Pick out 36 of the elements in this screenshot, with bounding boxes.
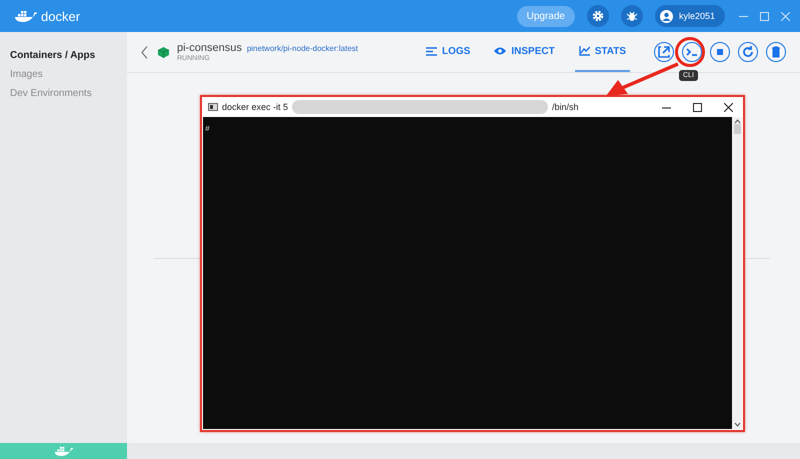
upgrade-button[interactable]: Upgrade [516, 6, 575, 26]
scrollbar[interactable] [732, 117, 742, 429]
maximize-icon[interactable] [693, 102, 702, 112]
open-button[interactable] [654, 42, 674, 62]
settings-icon[interactable] [586, 5, 609, 27]
stop-button[interactable] [710, 42, 730, 62]
scrollbar-thumb[interactable] [734, 124, 740, 134]
image-link[interactable]: pinetwork/pi-node-docker:latest [246, 44, 358, 53]
tab[interactable]: LOGS [422, 32, 474, 72]
chart-icon [578, 46, 590, 56]
cube-icon [158, 46, 169, 58]
bug-icon[interactable] [620, 5, 643, 27]
scroll-up-icon[interactable] [734, 119, 740, 124]
whale-logo-icon [14, 9, 38, 23]
console-icon [208, 103, 218, 111]
terminal-title: /bin/sh [552, 102, 579, 112]
sidebar-item[interactable]: Containers / Apps [10, 46, 127, 65]
back-icon[interactable] [141, 46, 148, 58]
sidebar-item[interactable]: Images [10, 65, 127, 84]
eye-icon [494, 47, 506, 55]
whale-icon [54, 445, 74, 457]
delete-button[interactable] [766, 42, 786, 62]
logo-text: docker [41, 8, 80, 24]
cli-button[interactable] [682, 42, 702, 62]
container-name: pi-consensus [177, 42, 242, 54]
terminal-title: docker exec -it 5 [222, 102, 288, 112]
tab[interactable]: INSPECT [490, 32, 559, 72]
shell-prompt: # [205, 125, 210, 134]
avatar-icon [660, 10, 673, 22]
user-button[interactable]: kyle2051 [654, 5, 725, 27]
restart-button[interactable] [738, 42, 758, 62]
close-icon[interactable] [724, 102, 733, 112]
list-icon [426, 46, 438, 56]
scroll-down-icon[interactable] [734, 422, 740, 427]
tab[interactable]: STATS [574, 32, 630, 72]
sidebar-item[interactable]: Dev Environments [10, 84, 127, 103]
